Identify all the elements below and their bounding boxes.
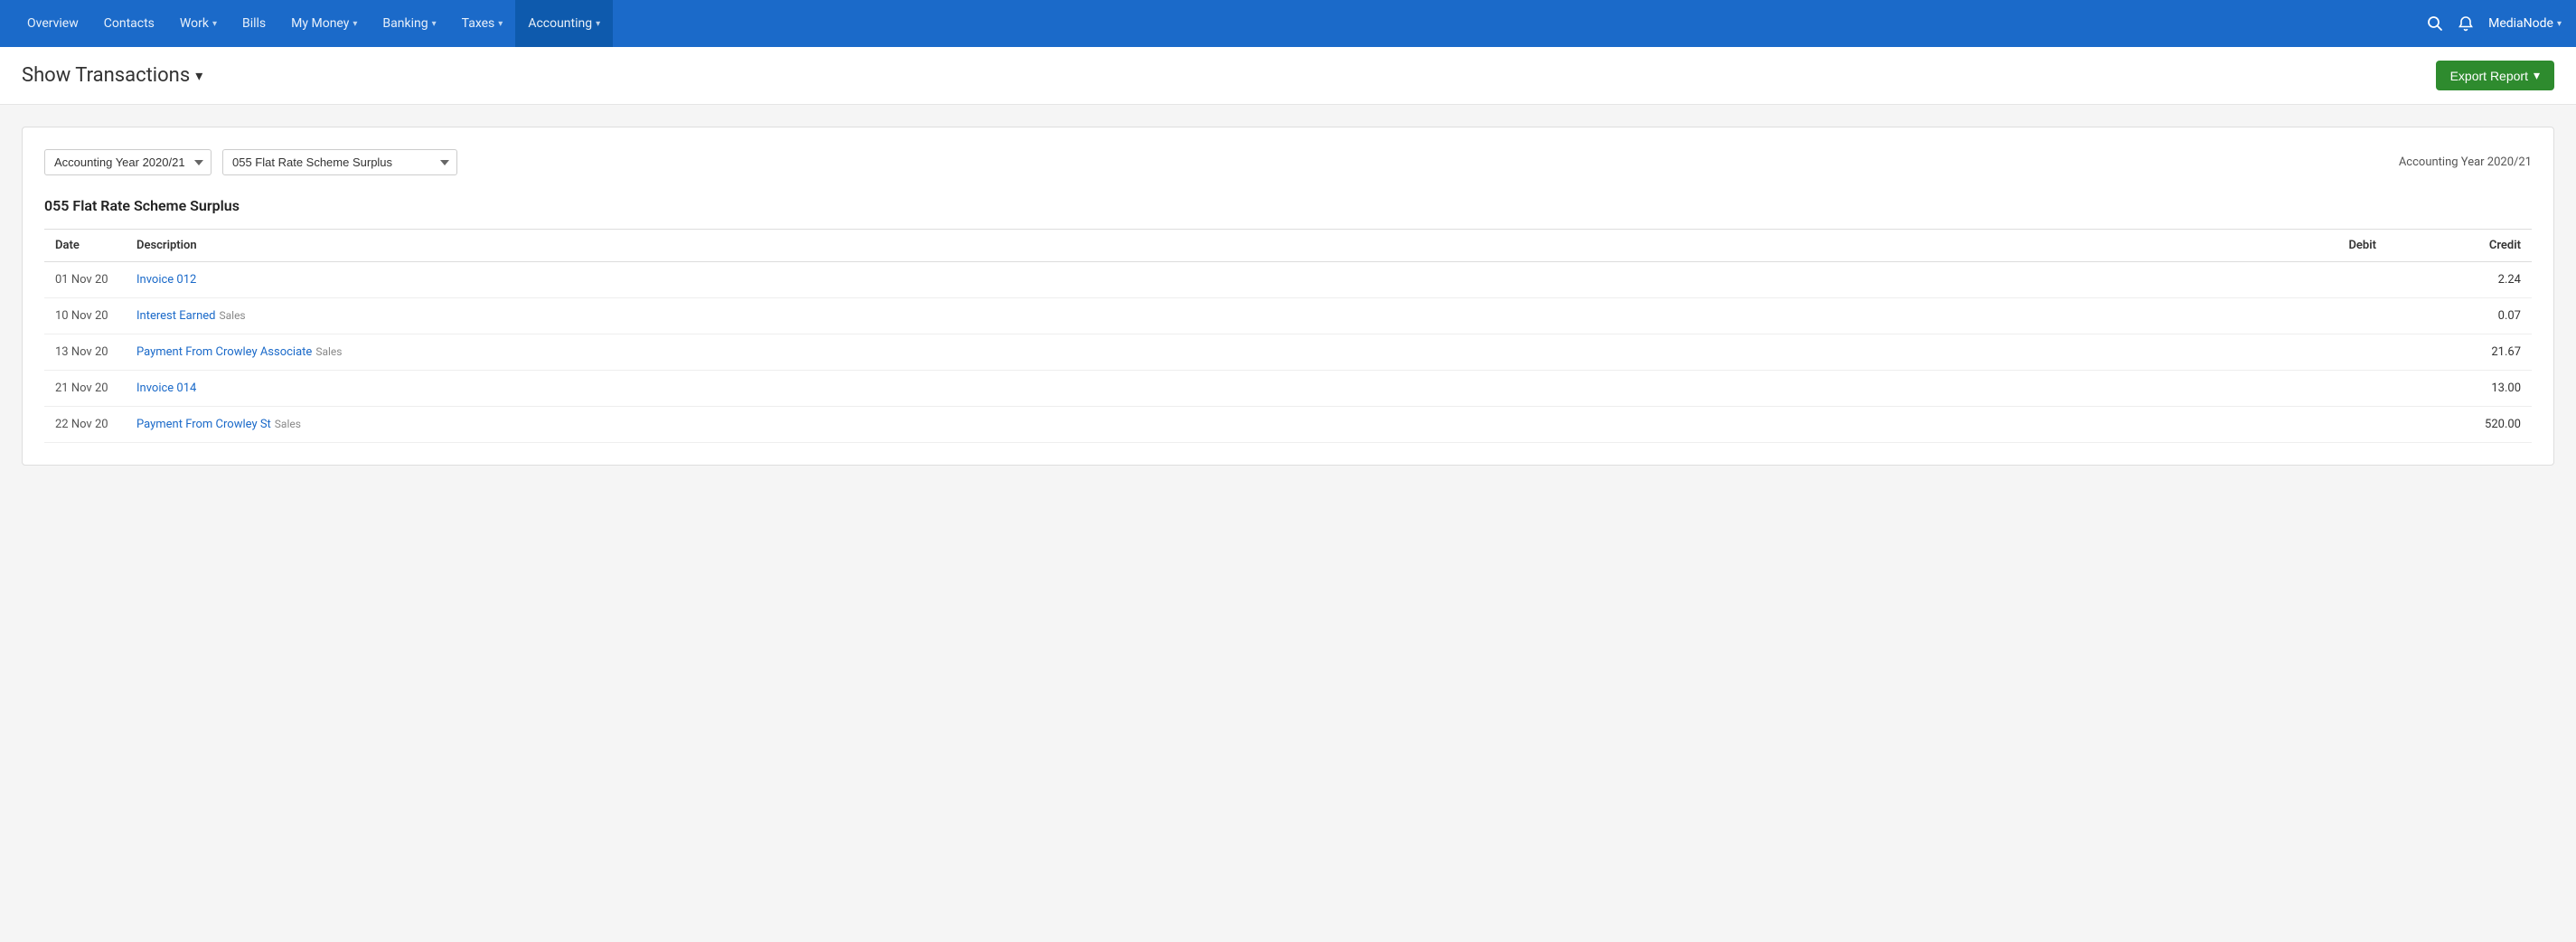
nav-item-overview[interactable]: Overview xyxy=(14,0,91,47)
table-row: 13 Nov 20Payment From Crowley AssociateS… xyxy=(44,334,2532,371)
transaction-tag: Sales xyxy=(275,418,301,430)
navigation-bar: Overview Contacts Work ▾ Bills My Money … xyxy=(0,0,2576,47)
nav-item-mymoney[interactable]: My Money ▾ xyxy=(278,0,370,47)
date-range-label: Accounting Year 2020/21 xyxy=(2399,155,2532,169)
nav-right-actions: MediaNode ▾ xyxy=(2427,15,2562,32)
nav-item-banking[interactable]: Banking ▾ xyxy=(370,0,448,47)
nav-item-accounting[interactable]: Accounting ▾ xyxy=(515,0,613,47)
cell-credit: 0.07 xyxy=(2387,298,2532,334)
cell-description: Payment From Crowley AssociateSales xyxy=(126,334,2242,371)
transaction-link[interactable]: Invoice 012 xyxy=(136,273,196,287)
bell-icon[interactable] xyxy=(2458,15,2474,32)
table-header: Date Description Debit Credit xyxy=(44,230,2532,262)
year-filter-select[interactable]: Accounting Year 2020/21Accounting Year 2… xyxy=(44,149,212,175)
cell-description: Interest Earned Sales xyxy=(126,298,2242,334)
cell-credit: 2.24 xyxy=(2387,262,2532,298)
main-card: Accounting Year 2020/21Accounting Year 2… xyxy=(22,127,2554,466)
nav-item-work[interactable]: Work ▾ xyxy=(167,0,230,47)
work-dropdown-icon: ▾ xyxy=(212,19,217,29)
user-menu[interactable]: MediaNode ▾ xyxy=(2488,16,2562,31)
cell-description: Invoice 014 xyxy=(126,371,2242,407)
cell-credit: 21.67 xyxy=(2387,334,2532,371)
show-transactions-dropdown-icon: ▾ xyxy=(195,67,202,84)
cell-debit xyxy=(2242,407,2387,443)
transaction-tag: Sales xyxy=(315,345,342,358)
transaction-tag: Sales xyxy=(220,309,246,322)
table-row: 21 Nov 20 Invoice 014 13.00 xyxy=(44,371,2532,407)
accounting-dropdown-icon: ▾ xyxy=(596,19,600,29)
transaction-link[interactable]: Interest Earned xyxy=(136,309,216,323)
cell-date: 01 Nov 20 xyxy=(44,262,126,298)
account-filter-select[interactable]: 055 Flat Rate Scheme Surplus001 Business… xyxy=(222,149,457,175)
filters-left: Accounting Year 2020/21Accounting Year 2… xyxy=(44,149,457,175)
cell-debit xyxy=(2242,334,2387,371)
export-report-button[interactable]: Export Report ▾ xyxy=(2436,61,2554,90)
cell-date: 13 Nov 20 xyxy=(44,334,126,371)
filters-row: Accounting Year 2020/21Accounting Year 2… xyxy=(44,149,2532,175)
col-date: Date xyxy=(44,230,126,262)
nav-item-contacts[interactable]: Contacts xyxy=(91,0,167,47)
nav-item-taxes[interactable]: Taxes ▾ xyxy=(449,0,516,47)
table-row: 22 Nov 20 Payment From Crowley St Sales 520… xyxy=(44,407,2532,443)
export-dropdown-icon: ▾ xyxy=(2534,68,2540,83)
col-description: Description xyxy=(126,230,2242,262)
content-area: Accounting Year 2020/21Accounting Year 2… xyxy=(0,105,2576,942)
page-header: Show Transactions ▾ Export Report ▾ xyxy=(0,47,2576,105)
table-row: 10 Nov 20 Interest Earned Sales 0.07 xyxy=(44,298,2532,334)
cell-credit: 520.00 xyxy=(2387,407,2532,443)
col-credit: Credit xyxy=(2387,230,2532,262)
search-icon[interactable] xyxy=(2427,15,2443,32)
cell-date: 21 Nov 20 xyxy=(44,371,126,407)
cell-description: Payment From Crowley St Sales xyxy=(126,407,2242,443)
transaction-link[interactable]: Invoice 014 xyxy=(136,382,196,395)
user-dropdown-icon: ▾ xyxy=(2557,19,2562,29)
cell-debit xyxy=(2242,298,2387,334)
mymoney-dropdown-icon: ▾ xyxy=(353,19,357,29)
page-title[interactable]: Show Transactions ▾ xyxy=(22,64,202,87)
table-row: 01 Nov 20 Invoice 012 2.24 xyxy=(44,262,2532,298)
cell-debit xyxy=(2242,371,2387,407)
cell-description: Invoice 012 xyxy=(126,262,2242,298)
banking-dropdown-icon: ▾ xyxy=(432,19,437,29)
transaction-link[interactable]: Payment From Crowley St xyxy=(136,418,271,431)
transactions-table: Date Description Debit Credit 01 Nov 20I… xyxy=(44,229,2532,443)
cell-credit: 13.00 xyxy=(2387,371,2532,407)
section-title: 055 Flat Rate Scheme Surplus xyxy=(44,197,2532,214)
taxes-dropdown-icon: ▾ xyxy=(498,19,503,29)
cell-debit xyxy=(2242,262,2387,298)
table-body: 01 Nov 20Invoice 0122.2410 Nov 20Interes… xyxy=(44,262,2532,443)
cell-date: 10 Nov 20 xyxy=(44,298,126,334)
cell-date: 22 Nov 20 xyxy=(44,407,126,443)
transaction-link[interactable]: Payment From Crowley Associate xyxy=(136,345,312,359)
col-debit: Debit xyxy=(2242,230,2387,262)
nav-item-bills[interactable]: Bills xyxy=(230,0,278,47)
